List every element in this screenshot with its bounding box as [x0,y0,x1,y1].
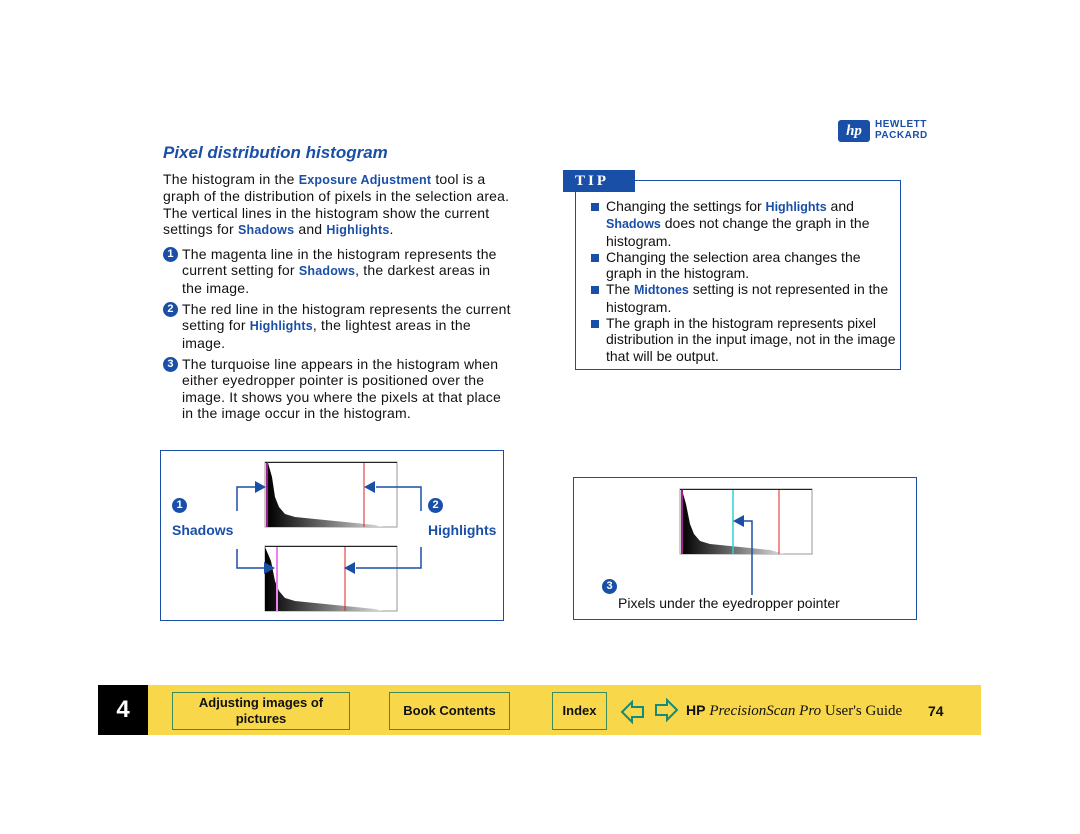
tip-item: The Midtones setting is not represented … [590,281,900,315]
footer-bar: Adjusting images of pictures Book Conten… [148,685,981,735]
list-item: 2 The red line in the histogram represent… [163,301,513,351]
arrow-right-icon[interactable] [653,697,679,723]
histogram-top [264,461,398,528]
eyedropper-caption: Pixels under the eyedropper pointer [618,595,840,611]
tip-item: Changing the selection area changes the … [590,249,900,282]
hp-logo-mark: hp [838,120,870,142]
histogram-bottom [264,545,398,612]
index-button[interactable]: Index [552,692,607,730]
number-badge: 3 [602,579,617,594]
link-highlights[interactable]: Highlights [250,319,313,333]
link-shadows[interactable]: Shadows [238,223,294,237]
logo-line1: HEWLETT [875,119,927,130]
number-badge: 2 [428,498,443,513]
link-exposure-adjustment[interactable]: Exposure Adjustment [299,173,432,187]
figure-shadows-highlights: 1 Shadows 2 Highlights [160,450,504,621]
tip-item: The graph in the histogram represents pi… [590,315,900,364]
section-title: Pixel distribution histogram [163,143,388,162]
section-button[interactable]: Adjusting images of pictures [172,692,350,730]
chapter-number: 4 [98,685,148,735]
tip-label: TIP [563,170,635,192]
list-item: 3 The turquoise line appears in the histo… [163,356,513,421]
tip-list: Changing the settings for Highlights and… [590,198,900,364]
hp-logo-text: HEWLETT PACKARD [875,119,928,141]
link-highlights[interactable]: Highlights [326,223,389,237]
list-item: 1 The magenta line in the histogram repre… [163,246,513,296]
page-number: 74 [928,703,944,719]
guide-title: HP PrecisionScan Pro User's Guide [686,702,903,719]
number-badge: 3 [163,356,178,372]
link-shadows[interactable]: Shadows [606,217,661,231]
book-contents-button[interactable]: Book Contents [389,692,510,730]
link-shadows[interactable]: Shadows [299,264,355,278]
link-midtones[interactable]: Midtones [634,283,689,297]
body-text: The histogram in the Exposure Adjustment… [163,171,513,426]
highlights-label: Highlights [428,522,497,538]
tip-item: Changing the settings for Highlights and… [590,198,900,249]
shadows-label: Shadows [172,522,234,538]
figure-eyedropper: 3 Pixels under the eyedropper pointer [573,477,917,620]
logo-line2: PACKARD [875,130,928,141]
number-badge: 2 [163,302,178,318]
number-badge: 1 [172,498,187,513]
arrow-left-icon[interactable] [620,699,646,725]
hp-logo: hp HEWLETT PACKARD [838,119,944,143]
number-badge: 1 [163,247,178,263]
intro-paragraph: The histogram in the Exposure Adjustment… [163,171,510,237]
link-highlights[interactable]: Highlights [766,200,827,214]
